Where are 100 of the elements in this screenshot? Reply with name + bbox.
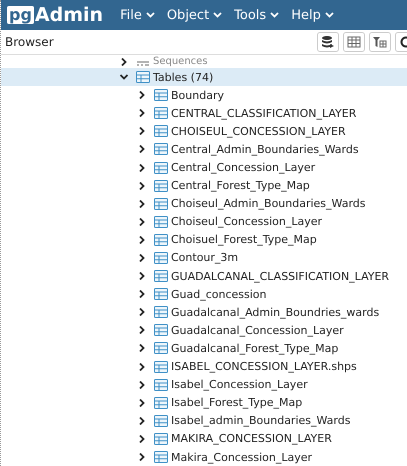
table-icon — [154, 89, 168, 102]
tree-item[interactable]: Guadalcanal_Concession_Layer — [1, 321, 407, 340]
tree-item[interactable]: Tables (74) — [1, 68, 407, 86]
table-icon — [154, 432, 168, 445]
tree-item[interactable]: MAKIRA_CONCESSION_LAYER — [1, 430, 407, 448]
tree-item[interactable]: Central_Concession_Layer — [1, 158, 407, 177]
tree-item[interactable]: Guadalcanal_Forest_Type_Map — [1, 339, 407, 358]
table-icon — [154, 216, 168, 228]
table-icon — [154, 324, 168, 336]
tree-item[interactable]: CENTRAL_CLASSIFICATION_LAYER — [1, 104, 407, 122]
table-icon — [154, 162, 168, 174]
tree-item-label: Isabel_Concession_Layer — [171, 378, 308, 392]
tree-item-label: Choiseul_Concession_Layer — [171, 215, 322, 228]
chevron-right-icon[interactable] — [137, 180, 147, 191]
tree-item-label: Guadalcanal_Concession_Layer — [171, 324, 344, 337]
tree-item-label: CHOISEUL_CONCESSION_LAYER — [171, 124, 346, 138]
chevron-right-icon[interactable] — [137, 380, 147, 390]
tree-item[interactable]: ISABEL_CONCESSION_LAYER.shps — [1, 358, 407, 376]
tree-item-label: GUADALCANAL_CLASSIFICATION_LAYER — [171, 270, 390, 283]
tree-item-label: MAKIRA_CONCESSION_LAYER — [171, 432, 332, 446]
table-icon — [154, 107, 168, 120]
table-icon — [154, 198, 168, 210]
table-icon — [154, 414, 168, 427]
table-icon — [154, 378, 168, 391]
chevron-right-icon[interactable] — [137, 307, 147, 318]
tree-item-label: Choisuel_Forest_Type_Map — [171, 233, 317, 246]
tree-item[interactable]: Isabel_admin_Boundaries_Wards — [1, 412, 407, 430]
logo-mark: pg — [7, 6, 34, 24]
chevron-down-icon[interactable] — [119, 72, 129, 82]
tree-item[interactable]: Central_Admin_Boundaries_Wards — [1, 140, 407, 158]
table-icon — [154, 306, 168, 318]
tree-item-label: Guadalcanal_Admin_Boundries_wards — [171, 306, 380, 319]
menu-item[interactable]: File — [115, 8, 160, 22]
tree-item-label: Makira_Concession_Layer — [171, 450, 312, 464]
chevron-right-icon[interactable] — [137, 434, 147, 444]
chevron-right-icon[interactable] — [137, 362, 147, 372]
table-icon — [154, 396, 168, 409]
tree-item[interactable]: Guadalcanal_Admin_Boundries_wards — [1, 303, 407, 322]
tree-item[interactable]: Choiseul_Admin_Boundaries_Wards — [1, 194, 407, 213]
tree-item[interactable]: Choisuel_Forest_Type_Map — [1, 230, 407, 249]
table-icon — [154, 180, 168, 192]
chevron-right-icon[interactable] — [137, 234, 147, 245]
database-icon[interactable] — [317, 32, 339, 52]
tree-item[interactable]: Sequences — [1, 55, 407, 68]
chevron-right-icon[interactable] — [137, 108, 147, 118]
logo-text: Admin — [34, 4, 104, 26]
chevron-right-icon[interactable] — [137, 198, 147, 209]
table-icon — [154, 252, 168, 264]
tree-item[interactable]: Choiseul_Concession_Layer — [1, 212, 407, 231]
table-icon — [154, 234, 168, 246]
tree-item-label: Choiseul_Admin_Boundaries_Wards — [171, 197, 366, 210]
table-icon — [154, 270, 168, 282]
menu-item[interactable]: Help — [286, 8, 339, 22]
tree-item-label: Central_Concession_Layer — [171, 161, 316, 174]
tree-item-label: Guadalcanal_Forest_Type_Map — [171, 342, 338, 355]
tree-item[interactable]: CHOISEUL_CONCESSION_LAYER — [1, 122, 407, 140]
chevron-right-icon[interactable] — [137, 343, 147, 354]
tree-item-label: Isabel_admin_Boundaries_Wards — [171, 414, 350, 428]
tree-item[interactable]: Contour_3m — [1, 248, 407, 268]
tree-item[interactable]: GUADALCANAL_CLASSIFICATION_LAYER — [1, 267, 407, 286]
table-icon — [154, 288, 168, 300]
chevron-right-icon[interactable] — [137, 216, 147, 227]
tree-item[interactable]: Isabel_Forest_Type_Map — [1, 394, 407, 412]
chevron-right-icon[interactable] — [137, 398, 147, 408]
menu-item[interactable]: Tools — [229, 8, 284, 22]
table-icon — [154, 451, 168, 464]
tables-icon — [136, 71, 150, 84]
chevron-right-icon[interactable] — [137, 325, 147, 336]
chevron-right-icon[interactable] — [137, 144, 147, 154]
tree-item-label: Boundary — [171, 88, 224, 102]
chevron-right-icon[interactable] — [137, 90, 147, 100]
chevron-right-icon[interactable] — [137, 162, 147, 173]
table-icon — [154, 360, 168, 373]
chevron-right-icon[interactable] — [137, 452, 147, 462]
tree-item-label: Contour_3m — [171, 251, 238, 264]
chevron-right-icon[interactable] — [137, 416, 147, 426]
tree-item[interactable]: Guad_concession — [1, 285, 407, 304]
tree-item-label: Central_Forest_Type_Map — [171, 179, 310, 192]
tree-item[interactable]: Central_Forest_Type_Map — [1, 176, 407, 195]
tree-item[interactable]: Boundary — [1, 86, 407, 104]
table-icon[interactable] — [343, 32, 365, 52]
chevron-right-icon[interactable] — [137, 252, 147, 263]
menu-item[interactable]: Object — [162, 8, 228, 22]
caret-icon — [270, 12, 280, 18]
tree-item[interactable]: Isabel_Concession_Layer — [1, 376, 407, 394]
caret-icon — [213, 12, 222, 18]
tree-item-label: CENTRAL_CLASSIFICATION_LAYER — [171, 106, 356, 120]
filter-table-icon[interactable] — [369, 32, 391, 52]
chevron-right-icon[interactable] — [119, 56, 129, 66]
table-icon — [154, 143, 168, 156]
chevron-right-icon[interactable] — [137, 289, 147, 300]
panel-title: Browser — [5, 35, 54, 49]
chevron-right-icon[interactable] — [137, 271, 147, 282]
tree-item-label: Isabel_Forest_Type_Map — [171, 396, 302, 410]
caret-icon — [324, 12, 334, 18]
chevron-right-icon[interactable] — [137, 126, 147, 136]
table-icon — [154, 125, 168, 138]
tree-item[interactable]: Makira_Concession_Layer — [1, 448, 407, 466]
tree-item-label: Guad_concession — [171, 288, 267, 301]
tree-item-label: Sequences — [153, 56, 208, 67]
